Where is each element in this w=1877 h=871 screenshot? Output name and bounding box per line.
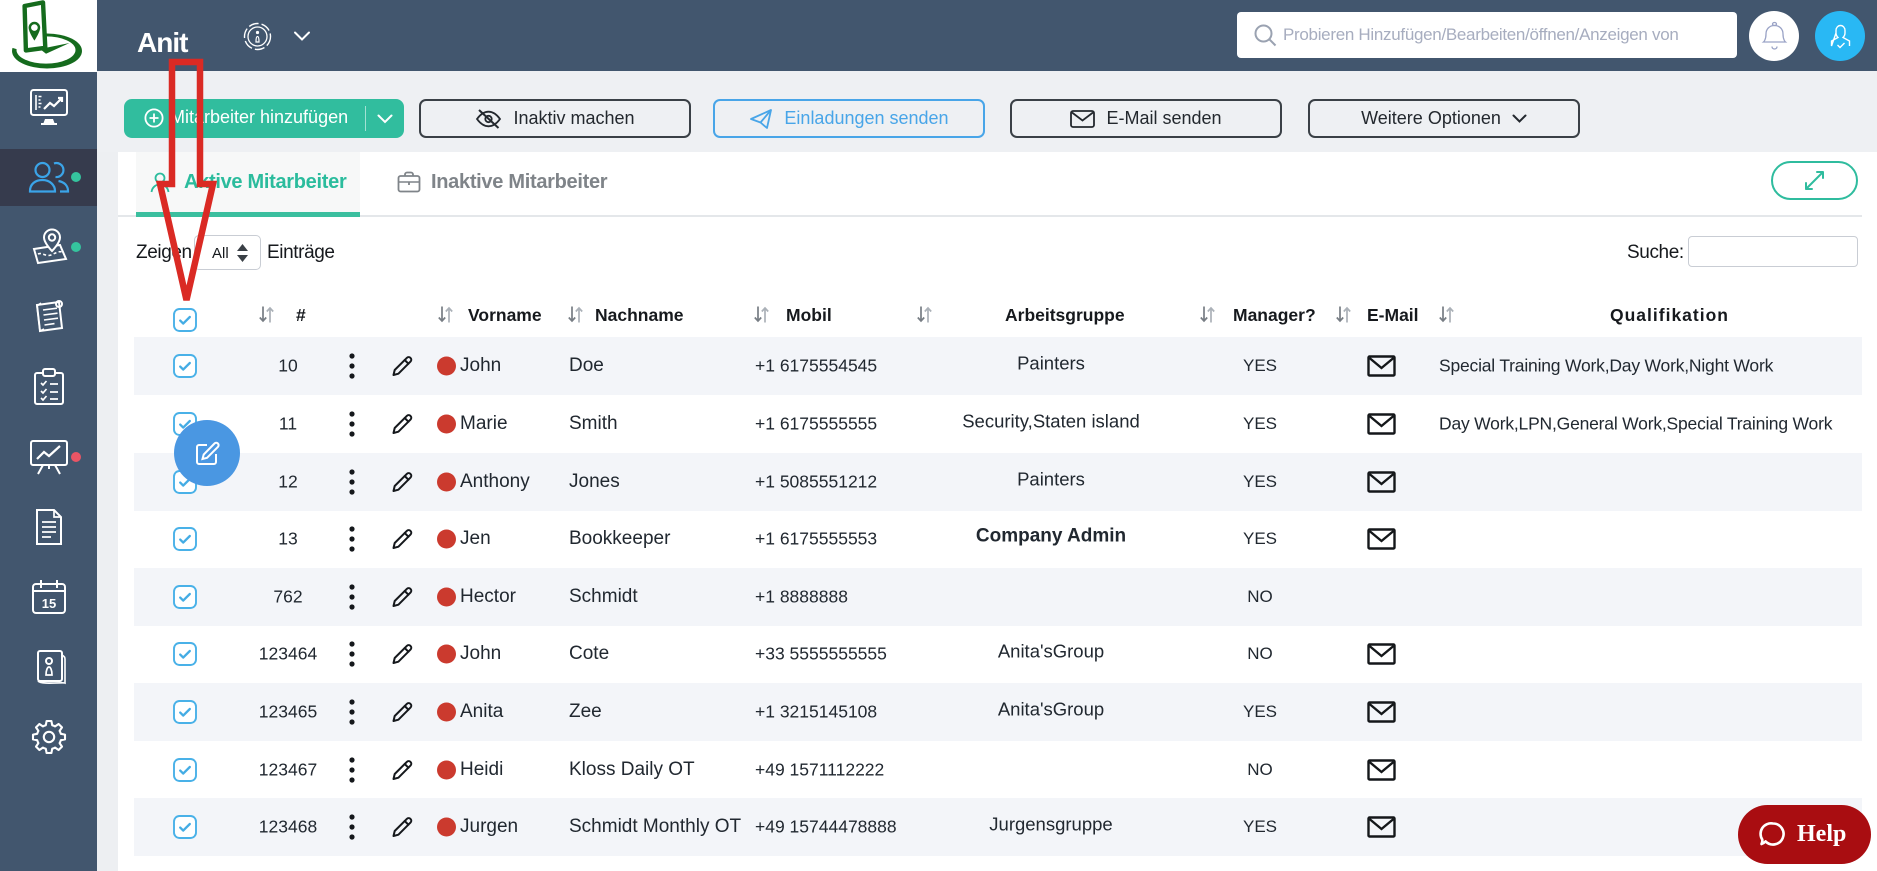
svg-text:15: 15 (41, 596, 55, 611)
